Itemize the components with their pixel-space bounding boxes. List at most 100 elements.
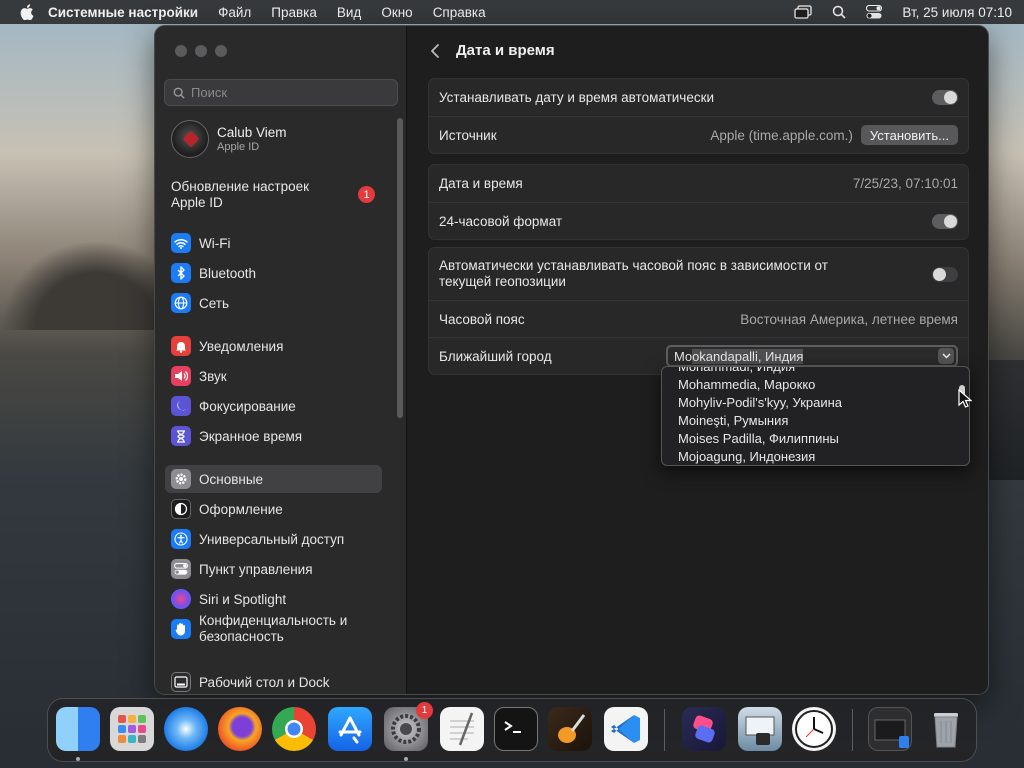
city-option[interactable]: Moises Padilla, Филиппины bbox=[662, 430, 969, 448]
accessibility-icon bbox=[171, 529, 191, 549]
timezone-group: Автоматически устанавливать часовой пояс… bbox=[428, 247, 969, 375]
sidebar-scrollbar[interactable] bbox=[397, 118, 403, 418]
source-value: Apple (time.apple.com.) bbox=[710, 127, 853, 143]
clock-icon[interactable] bbox=[792, 707, 836, 751]
datetime-row: Дата и время 7/25/23, 07:10:01 bbox=[429, 165, 968, 202]
back-chevron-icon[interactable] bbox=[428, 43, 444, 59]
finder-icon[interactable] bbox=[56, 707, 100, 751]
screen-mirroring-icon[interactable] bbox=[794, 5, 813, 19]
hourglass-icon bbox=[171, 426, 191, 446]
city-option[interactable]: Mohammadi, Индия bbox=[662, 367, 969, 376]
apple-menu-icon[interactable] bbox=[20, 4, 34, 20]
sidebar-item-bluetooth[interactable]: Bluetooth bbox=[165, 259, 382, 287]
sidebar-item-appearance[interactable]: Оформление bbox=[165, 495, 382, 523]
sidebar-item-privacy-security[interactable]: Конфиденциальность и безопасность bbox=[165, 608, 382, 650]
sidebar-item-notifications[interactable]: Уведомления bbox=[165, 332, 382, 360]
page-header: Дата и время bbox=[428, 42, 555, 59]
shortcuts-icon[interactable] bbox=[682, 707, 726, 751]
sidebar-item-label: Пункт управления bbox=[199, 561, 313, 577]
city-option[interactable]: Mohyliv-Podil's'kyy, Украина bbox=[662, 394, 969, 412]
sidebar-item-label: Конфиденциальность и безопасность bbox=[199, 613, 348, 644]
menu-edit[interactable]: Правка bbox=[271, 5, 317, 20]
sidebar-item-network[interactable]: Сеть bbox=[165, 289, 382, 317]
sidebar-item-accessibility[interactable]: Универсальный доступ bbox=[165, 525, 382, 553]
update-badge: 1 bbox=[358, 186, 375, 203]
sidebar-item-general[interactable]: Основные bbox=[165, 465, 382, 493]
sidebar-item-focus[interactable]: Фокусирование bbox=[165, 392, 382, 420]
format24-row: 24-часовой формат bbox=[429, 202, 968, 239]
sidebar: Calub Viem Apple ID Обновление настроек … bbox=[155, 26, 407, 694]
chrome-icon[interactable] bbox=[272, 707, 316, 751]
garageband-icon[interactable] bbox=[548, 707, 592, 751]
downloads-stack-icon[interactable] bbox=[868, 707, 912, 751]
auto-time-toggle[interactable] bbox=[932, 90, 958, 105]
control-center-icon bbox=[171, 559, 191, 579]
dock: 1 bbox=[47, 698, 977, 762]
sidebar-search[interactable] bbox=[164, 79, 398, 106]
spotlight-search-icon[interactable] bbox=[832, 5, 846, 19]
window-controls bbox=[175, 45, 227, 57]
chevron-down-icon[interactable] bbox=[938, 348, 954, 364]
auto-timezone-toggle[interactable] bbox=[932, 266, 958, 282]
format24-toggle[interactable] bbox=[932, 213, 958, 229]
auto-time-label: Устанавливать дату и время автоматически bbox=[439, 90, 715, 105]
dock-separator bbox=[852, 709, 853, 751]
set-source-button[interactable]: Установить... bbox=[860, 125, 958, 145]
sidebar-item-desktop-dock[interactable]: Рабочий стол и Dock bbox=[165, 668, 382, 694]
format24-label: 24-часовой формат bbox=[439, 213, 563, 229]
city-autocomplete-text: okandapalli, Индия bbox=[692, 348, 804, 364]
firefox-icon[interactable] bbox=[218, 707, 262, 751]
bell-icon bbox=[171, 336, 191, 356]
textedit-icon[interactable] bbox=[440, 707, 484, 751]
sidebar-item-sound[interactable]: Звук bbox=[165, 362, 382, 390]
terminal-icon[interactable] bbox=[494, 707, 538, 751]
auto-timezone-label: Автоматически устанавливать часовой пояс… bbox=[439, 258, 828, 289]
siri-icon bbox=[171, 589, 191, 609]
source-label: Источник bbox=[439, 127, 497, 143]
city-option[interactable]: Moineşti, Румыния bbox=[662, 412, 969, 430]
city-option[interactable]: Mohammedia, Марокко bbox=[662, 376, 969, 394]
sidebar-item-label: Звук bbox=[199, 368, 227, 384]
menu-file[interactable]: Файл bbox=[218, 5, 251, 20]
menu-help[interactable]: Справка bbox=[433, 5, 486, 20]
sidebar-item-label: Siri и Spotlight bbox=[199, 591, 287, 607]
search-input[interactable] bbox=[191, 85, 381, 100]
vscode-icon[interactable] bbox=[604, 707, 648, 751]
safari-icon[interactable] bbox=[164, 707, 208, 751]
minimize-window-button[interactable] bbox=[195, 45, 207, 57]
gear-icon bbox=[171, 469, 191, 489]
datetime-value[interactable]: 7/25/23, 07:10:01 bbox=[853, 176, 958, 191]
page-title: Дата и время bbox=[456, 42, 555, 59]
user-subtitle: Apple ID bbox=[217, 141, 260, 153]
trash-icon[interactable] bbox=[924, 707, 968, 751]
zoom-window-button[interactable] bbox=[215, 45, 227, 57]
datetime-label: Дата и время bbox=[439, 176, 523, 191]
control-center-icon[interactable] bbox=[866, 5, 883, 19]
closest-city-combobox[interactable]: Mo okandapalli, Индия bbox=[666, 345, 958, 367]
city-typed-text: Mo bbox=[674, 348, 693, 364]
menu-clock[interactable]: Вт, 25 июля 07:10 bbox=[902, 5, 1012, 20]
source-row: Источник Apple (time.apple.com.) Установ… bbox=[429, 116, 968, 153]
settings-badge: 1 bbox=[416, 702, 433, 719]
sidebar-item-label: Bluetooth bbox=[199, 265, 257, 281]
apple-id-update-item[interactable]: Обновление настроек Apple ID bbox=[171, 179, 321, 211]
running-indicator bbox=[404, 757, 408, 761]
menu-window[interactable]: Окно bbox=[381, 5, 412, 20]
launchpad-icon[interactable] bbox=[110, 707, 154, 751]
sidebar-item-control-center[interactable]: Пункт управления bbox=[165, 555, 382, 583]
menu-app-name[interactable]: Системные настройки bbox=[48, 5, 198, 20]
sidebar-item-wifi[interactable]: Wi-Fi bbox=[165, 229, 382, 257]
datetime-group: Дата и время 7/25/23, 07:10:01 24-часово… bbox=[428, 164, 969, 240]
apple-id-account[interactable]: Calub Viem Apple ID bbox=[171, 120, 287, 158]
close-window-button[interactable] bbox=[175, 45, 187, 57]
menu-view[interactable]: Вид bbox=[337, 5, 361, 20]
auto-time-group: Устанавливать дату и время автоматически… bbox=[428, 78, 969, 154]
auto-timezone-row: Автоматически устанавливать часовой пояс… bbox=[429, 248, 968, 300]
preview-icon[interactable] bbox=[738, 707, 782, 751]
sidebar-item-label: Уведомления bbox=[199, 338, 284, 354]
city-option[interactable]: Mojoagung, Индонезия bbox=[662, 448, 969, 465]
sidebar-item-screen-time[interactable]: Экранное время bbox=[165, 422, 382, 450]
dock-icon bbox=[171, 672, 191, 692]
hand-icon bbox=[171, 619, 191, 639]
app-store-icon[interactable] bbox=[328, 707, 372, 751]
